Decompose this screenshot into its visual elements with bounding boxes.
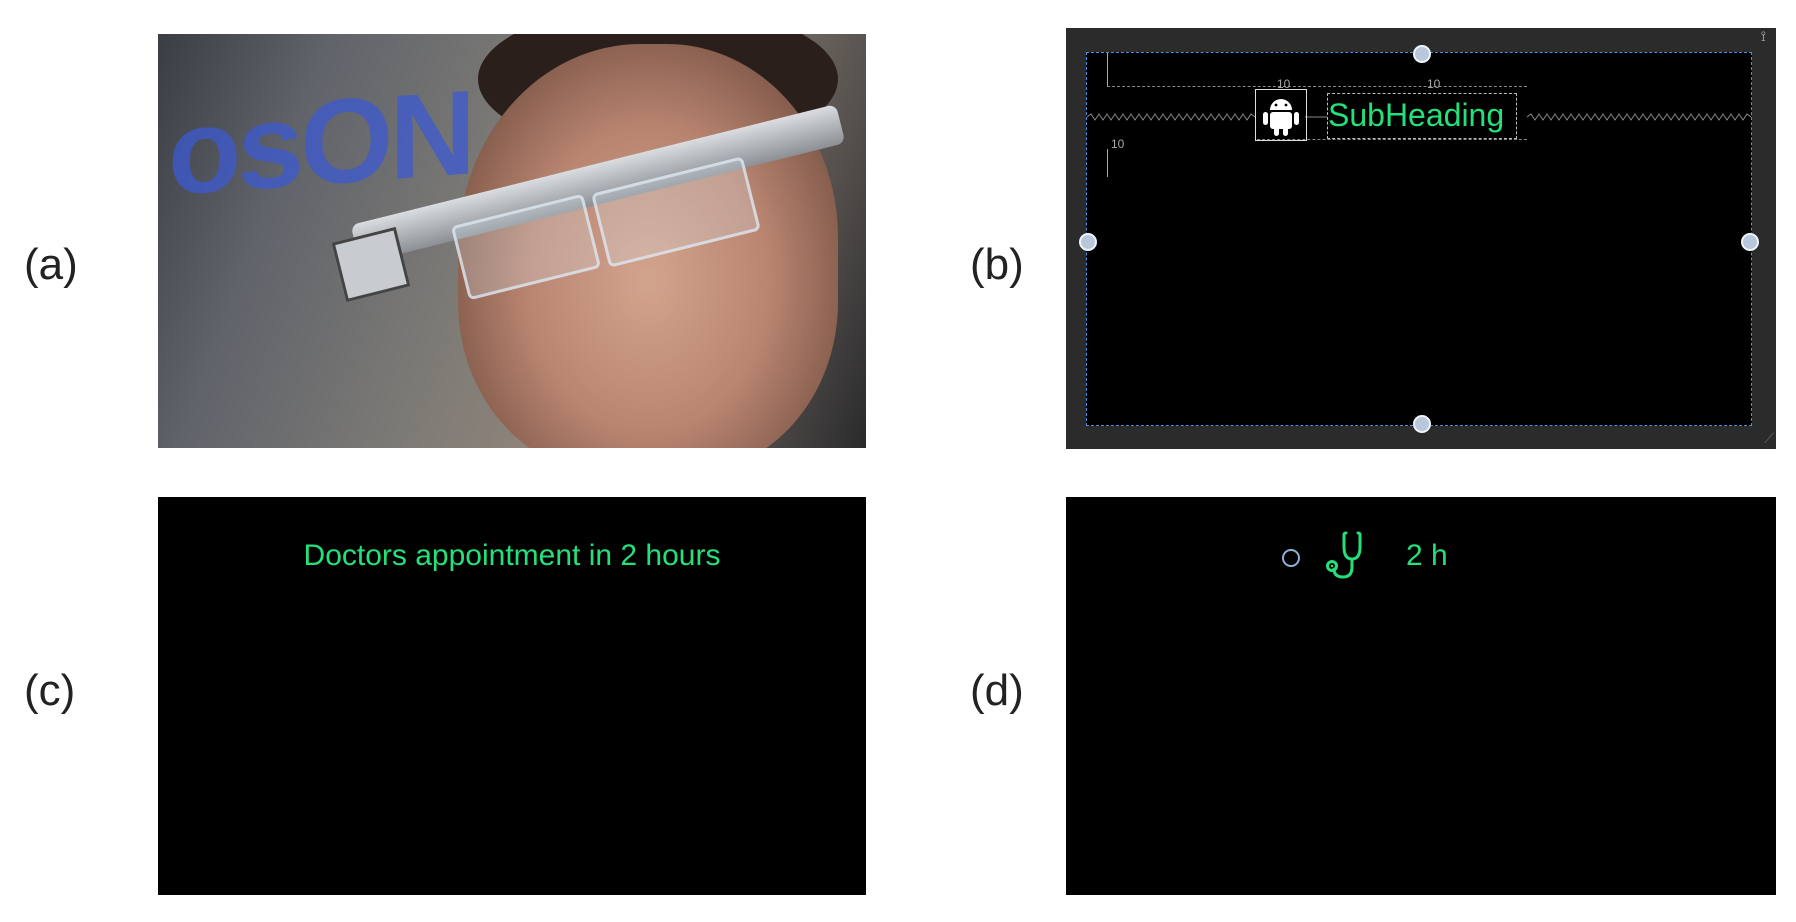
panel-label-b: (b) [970,240,1024,289]
panel-label-a: (a) [24,240,78,289]
editor-canvas[interactable]: 10 10 10 SubHeading [1079,45,1759,433]
brand-watermark: osON [168,65,473,221]
subheading-text: SubHeading [1328,97,1505,133]
guide-line-top [1107,86,1527,87]
time-remaining: 2 h [1406,539,1448,572]
text-notification-screen: Doctors appointment in 2 hours [158,497,866,895]
layout-editor: ⟟ 10 10 10 SubHeading ⟋ [1066,28,1776,449]
icon-notification-screen: 2 h [1066,497,1776,895]
resize-handle-bottom[interactable] [1413,415,1431,433]
stethoscope-icon [1326,531,1362,579]
margin-value: 10 [1427,77,1441,91]
status-dot-icon [1282,549,1300,567]
margin-value: 10 [1111,137,1125,151]
panel-label-d: (d) [970,666,1024,715]
constraint-line-top [1107,53,1108,86]
subheading-textview[interactable]: SubHeading [1327,93,1517,139]
panel-label-c: (c) [24,666,76,715]
glasses-camera-module [331,226,411,303]
android-icon [1263,99,1299,136]
notification-text: Doctors appointment in 2 hours [303,539,721,572]
resize-handle-right[interactable] [1741,233,1759,251]
pin-icon[interactable]: ⟟ [1761,28,1766,45]
resize-handle-top[interactable] [1413,45,1431,63]
resize-handle-left[interactable] [1079,233,1097,251]
figure: (a) (b) (c) (d) osON ⟟ 10 10 10 SubHeadi… [0,0,1796,922]
resize-corner-icon[interactable]: ⟋ [1764,430,1774,447]
image-view[interactable] [1255,89,1307,141]
constraint-arrow-left [1107,149,1108,177]
smart-glasses-photo: osON [158,34,866,448]
